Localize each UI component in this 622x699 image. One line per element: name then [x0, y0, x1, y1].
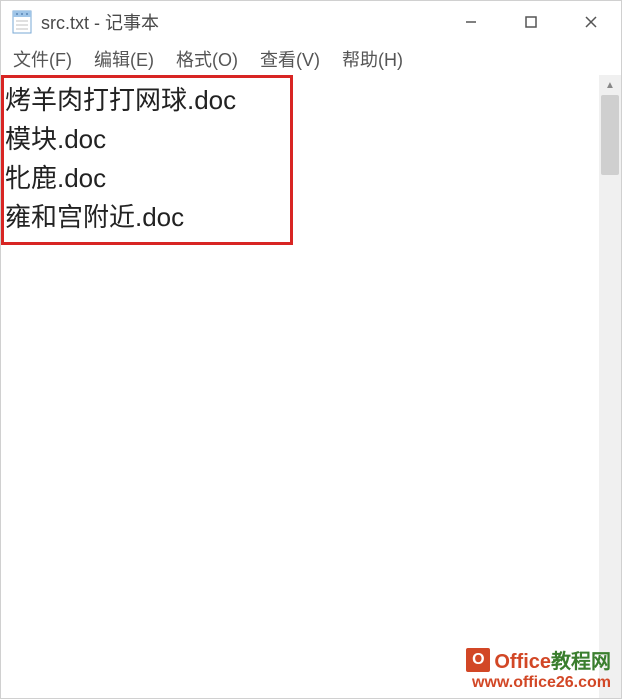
close-button[interactable]: [561, 1, 621, 43]
menu-help[interactable]: 帮助(H): [338, 44, 407, 74]
text-line: 牝鹿.doc: [5, 159, 595, 198]
menu-format[interactable]: 格式(O): [172, 44, 242, 74]
menu-view[interactable]: 查看(V): [256, 44, 324, 74]
notepad-window: src.txt - 记事本 文件(F) 编辑(E) 格式(O) 查看(V) 帮助…: [0, 0, 622, 699]
menu-file[interactable]: 文件(F): [9, 44, 76, 74]
text-line: 烤羊肉打打网球.doc: [5, 81, 595, 120]
scroll-up-arrow[interactable]: ▲: [599, 75, 621, 95]
maximize-button[interactable]: [501, 1, 561, 43]
scroll-thumb[interactable]: [601, 95, 619, 175]
minimize-button[interactable]: [441, 1, 501, 43]
window-controls: [441, 1, 621, 43]
titlebar[interactable]: src.txt - 记事本: [1, 1, 621, 43]
menu-edit[interactable]: 编辑(E): [90, 44, 158, 74]
vertical-scrollbar[interactable]: ▲: [599, 75, 621, 698]
content-area: 烤羊肉打打网球.doc 模块.doc 牝鹿.doc 雍和宫附近.doc ▲: [1, 75, 621, 698]
text-area[interactable]: 烤羊肉打打网球.doc 模块.doc 牝鹿.doc 雍和宫附近.doc: [1, 75, 599, 698]
notepad-icon: [11, 9, 33, 35]
text-line: 模块.doc: [5, 120, 595, 159]
text-line: 雍和宫附近.doc: [5, 198, 595, 237]
menubar: 文件(F) 编辑(E) 格式(O) 查看(V) 帮助(H): [1, 43, 621, 75]
window-title: src.txt - 记事本: [41, 9, 159, 35]
